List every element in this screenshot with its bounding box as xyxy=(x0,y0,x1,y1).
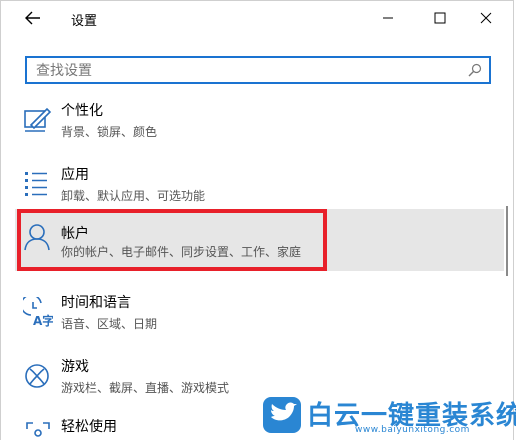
watermark: 白云一键重装系统 www.baiyunxitong.com xyxy=(263,397,516,437)
close-button[interactable] xyxy=(463,4,509,32)
category-name: 游戏 xyxy=(61,359,89,375)
time-language-icon: A字 xyxy=(23,297,53,327)
search-box[interactable] xyxy=(25,56,491,84)
category-name: 轻松使用 xyxy=(61,419,117,435)
maximize-button[interactable] xyxy=(417,4,463,32)
category-desc: 游戏栏、截屏、直播、游戏模式 xyxy=(61,381,230,395)
scrollbar[interactable] xyxy=(506,206,508,276)
back-button[interactable] xyxy=(19,6,47,30)
maximize-icon xyxy=(434,12,446,24)
minimize-icon xyxy=(383,17,393,19)
bird-logo-icon xyxy=(263,397,301,433)
personalization-icon xyxy=(24,107,52,132)
watermark-url: www.baiyunxitong.com xyxy=(355,425,470,435)
window-title: 设置 xyxy=(71,14,98,29)
search-input[interactable] xyxy=(36,61,456,81)
category-desc: 背景、锁屏、颜色 xyxy=(61,125,158,139)
settings-window: 设置 个性化 背景、锁屏 xyxy=(0,0,516,440)
category-name: 时间和语言 xyxy=(61,295,131,311)
category-time-language[interactable]: A字 时间和语言 语音、区域、日期 xyxy=(15,283,504,347)
ease-of-access-icon xyxy=(26,422,50,437)
category-name: 个性化 xyxy=(61,103,103,119)
minimize-button[interactable] xyxy=(365,4,411,32)
gaming-icon xyxy=(25,364,49,388)
apps-icon xyxy=(25,172,47,196)
back-arrow-icon xyxy=(25,11,40,25)
category-desc: 卸载、默认应用、可选功能 xyxy=(61,189,206,203)
category-name: 应用 xyxy=(61,167,89,183)
search-icon[interactable] xyxy=(468,63,482,77)
highlight-annotation xyxy=(17,209,327,271)
svg-text:A字: A字 xyxy=(33,313,53,327)
title-bar: 设置 xyxy=(1,1,515,35)
close-icon xyxy=(480,12,492,24)
category-personalization[interactable]: 个性化 背景、锁屏、颜色 xyxy=(15,91,504,155)
category-desc: 语音、区域、日期 xyxy=(61,317,158,331)
